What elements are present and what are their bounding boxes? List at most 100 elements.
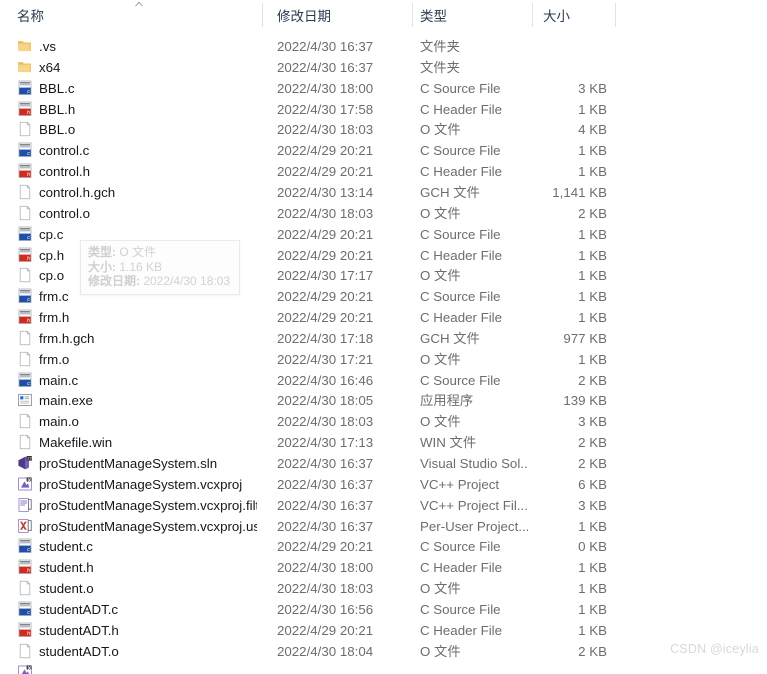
svg-text:c: c: [27, 297, 30, 303]
file-size-cell: 3 KB: [578, 414, 607, 430]
column-header-size[interactable]: 大小: [543, 7, 570, 29]
blank-file-icon: [17, 434, 33, 450]
file-name-cell: BBL.c: [39, 80, 75, 96]
column-divider-1[interactable]: [262, 3, 263, 27]
file-row[interactable]: h BBL.h 2022/4/30 17:58 C Header File 1 KB: [0, 99, 767, 120]
file-row[interactable]: c BBL.c 2022/4/30 18:00 C Source File 3 KB: [0, 78, 767, 99]
file-type-cell: WIN 文件: [420, 435, 477, 451]
blank-file-icon: [17, 267, 33, 283]
file-size-cell: 1 KB: [578, 143, 607, 159]
c-source-file-icon: c: [17, 226, 33, 242]
file-size-cell: 1 KB: [578, 518, 607, 534]
c-source-file-icon: c: [17, 288, 33, 304]
file-name-cell: BBL.o: [39, 122, 76, 138]
file-type-cell: O 文件: [420, 643, 461, 659]
file-row[interactable]: proStudentManageSystem.vcxproj 2022/4/30 …: [0, 474, 767, 495]
column-header-row: 名称 修改日期 类型 大小: [0, 0, 767, 29]
tooltip-label: 类型:: [88, 245, 116, 259]
file-row[interactable]: frm.h.gch 2022/4/30 17:18 GCH 文件 977 KB: [0, 328, 767, 349]
svg-text:c: c: [27, 381, 30, 387]
file-row[interactable]: c studentADT.c 2022/4/30 16:56 C Source Fi…: [0, 599, 767, 620]
file-size-cell: 1 KB: [578, 310, 607, 326]
file-row[interactable]: 17 proStudentManageSystem.sln 2022/4/30 1…: [0, 453, 767, 474]
file-date-cell: 2022/4/29 20:21: [277, 143, 374, 159]
file-size-cell: 6 KB: [578, 476, 607, 492]
tooltip-value: 2022/4/30 18:03: [140, 274, 231, 288]
file-row[interactable]: proStudentManageSystem.vcxproj.filt... 20…: [0, 495, 767, 516]
file-date-cell: 2022/4/29 20:21: [277, 539, 374, 555]
file-date-cell: 2022/4/30 16:37: [277, 476, 374, 492]
file-row[interactable]: student.o 2022/4/30 18:03 O 文件 1 KB: [0, 578, 767, 599]
file-date-cell: 2022/4/30 16:37: [277, 59, 374, 75]
file-size-cell: 1 KB: [578, 581, 607, 597]
file-row[interactable]: x64 2022/4/30 16:37 文件夹: [0, 57, 767, 78]
file-date-cell: 2022/4/30 18:03: [277, 581, 374, 597]
file-name-cell: main.o: [39, 414, 79, 430]
file-size-cell: 0 KB: [578, 539, 607, 555]
file-row[interactable]: h control.h 2022/4/29 20:21 C Header File 1…: [0, 161, 767, 182]
watermark-text: CSDN @iceylia: [670, 642, 759, 656]
file-row[interactable]: control.o 2022/4/30 18:03 O 文件 2 KB: [0, 203, 767, 224]
c-source-file-icon: c: [17, 372, 33, 388]
file-row[interactable]: Makefile.win 2022/4/30 17:13 WIN 文件 2 KB: [0, 432, 767, 453]
file-type-cell: 应用程序: [420, 393, 474, 409]
file-date-cell: 2022/4/29 20:21: [277, 622, 374, 638]
file-date-cell: 2022/4/30 18:04: [277, 643, 374, 659]
file-type-cell: C Header File: [420, 560, 503, 576]
file-size-cell: 1 KB: [578, 247, 607, 263]
file-name-cell: control.o: [39, 205, 90, 221]
file-name-cell: .vs: [39, 39, 56, 54]
file-size-cell: 2 KB: [578, 643, 607, 659]
file-size-cell: 2 KB: [578, 456, 607, 471]
vs-solution-icon: 17: [17, 455, 33, 471]
file-row[interactable]: BBL.o 2022/4/30 18:03 O 文件 4 KB: [0, 119, 767, 140]
blank-file-icon: [17, 121, 33, 137]
file-size-cell: 1 KB: [578, 622, 607, 638]
file-row[interactable]: .vs 2022/4/30 16:37 文件夹: [0, 36, 767, 57]
column-divider-3[interactable]: [532, 3, 533, 27]
svg-text:h: h: [27, 256, 30, 262]
file-name-cell: control.h: [39, 164, 90, 180]
folder-icon: [17, 38, 33, 54]
file-size-cell: 3 KB: [578, 80, 607, 96]
file-size-cell: 2 KB: [578, 205, 607, 221]
file-type-cell: 文件夹: [420, 59, 460, 75]
file-name-cell: frm.h: [39, 310, 70, 326]
file-size-cell: 2 KB: [578, 435, 607, 451]
file-date-cell: 2022/4/30 17:13: [277, 435, 374, 451]
file-row[interactable]: [0, 662, 767, 674]
file-row[interactable]: c student.c 2022/4/29 20:21 C Source File 0…: [0, 536, 767, 557]
file-row[interactable]: control.h.gch 2022/4/30 13:14 GCH 文件 1,141 …: [0, 182, 767, 203]
file-name-cell: proStudentManageSystem.sln: [39, 456, 218, 471]
c-source-file-icon: c: [17, 601, 33, 617]
column-divider-4[interactable]: [615, 3, 616, 27]
file-row[interactable]: studentADT.o 2022/4/30 18:04 O 文件 2 KB: [0, 641, 767, 662]
file-row[interactable]: h student.h 2022/4/30 18:00 C Header File 1…: [0, 557, 767, 578]
file-type-cell: C Header File: [420, 310, 503, 326]
file-row[interactable]: c main.c 2022/4/30 16:46 C Source File 2 KB: [0, 370, 767, 391]
svg-text:c: c: [27, 610, 30, 616]
file-size-cell: 1 KB: [578, 268, 607, 284]
file-name-cell: studentADT.h: [39, 622, 119, 638]
file-date-cell: 2022/4/29 20:21: [277, 226, 374, 242]
file-name-cell: control.c: [39, 143, 90, 159]
file-row[interactable]: main.exe 2022/4/30 18:05 应用程序 139 KB: [0, 390, 767, 411]
column-header-name[interactable]: 名称: [17, 7, 44, 29]
svg-text:c: c: [27, 151, 30, 157]
file-type-cell: C Header File: [420, 101, 503, 117]
file-date-cell: 2022/4/29 20:21: [277, 164, 374, 180]
file-row[interactable]: h frm.h 2022/4/29 20:21 C Header File 1 KB: [0, 307, 767, 328]
file-date-cell: 2022/4/30 18:05: [277, 393, 374, 409]
column-header-date-modified[interactable]: 修改日期: [277, 7, 331, 29]
column-divider-2[interactable]: [412, 3, 413, 27]
file-type-cell: C Source File: [420, 143, 501, 159]
sort-ascending-icon: [133, 0, 145, 8]
file-row[interactable]: proStudentManageSystem.vcxproj.us... 2022…: [0, 516, 767, 537]
file-row[interactable]: main.o 2022/4/30 18:03 O 文件 3 KB: [0, 411, 767, 432]
file-name-cell: proStudentManageSystem.vcxproj.filt...: [39, 497, 257, 513]
column-header-type[interactable]: 类型: [420, 7, 447, 29]
file-row[interactable]: c control.c 2022/4/29 20:21 C Source File 1…: [0, 140, 767, 161]
svg-text:17: 17: [27, 456, 32, 461]
file-row[interactable]: h studentADT.h 2022/4/29 20:21 C Header Fi…: [0, 620, 767, 641]
file-row[interactable]: frm.o 2022/4/30 17:21 O 文件 1 KB: [0, 349, 767, 370]
